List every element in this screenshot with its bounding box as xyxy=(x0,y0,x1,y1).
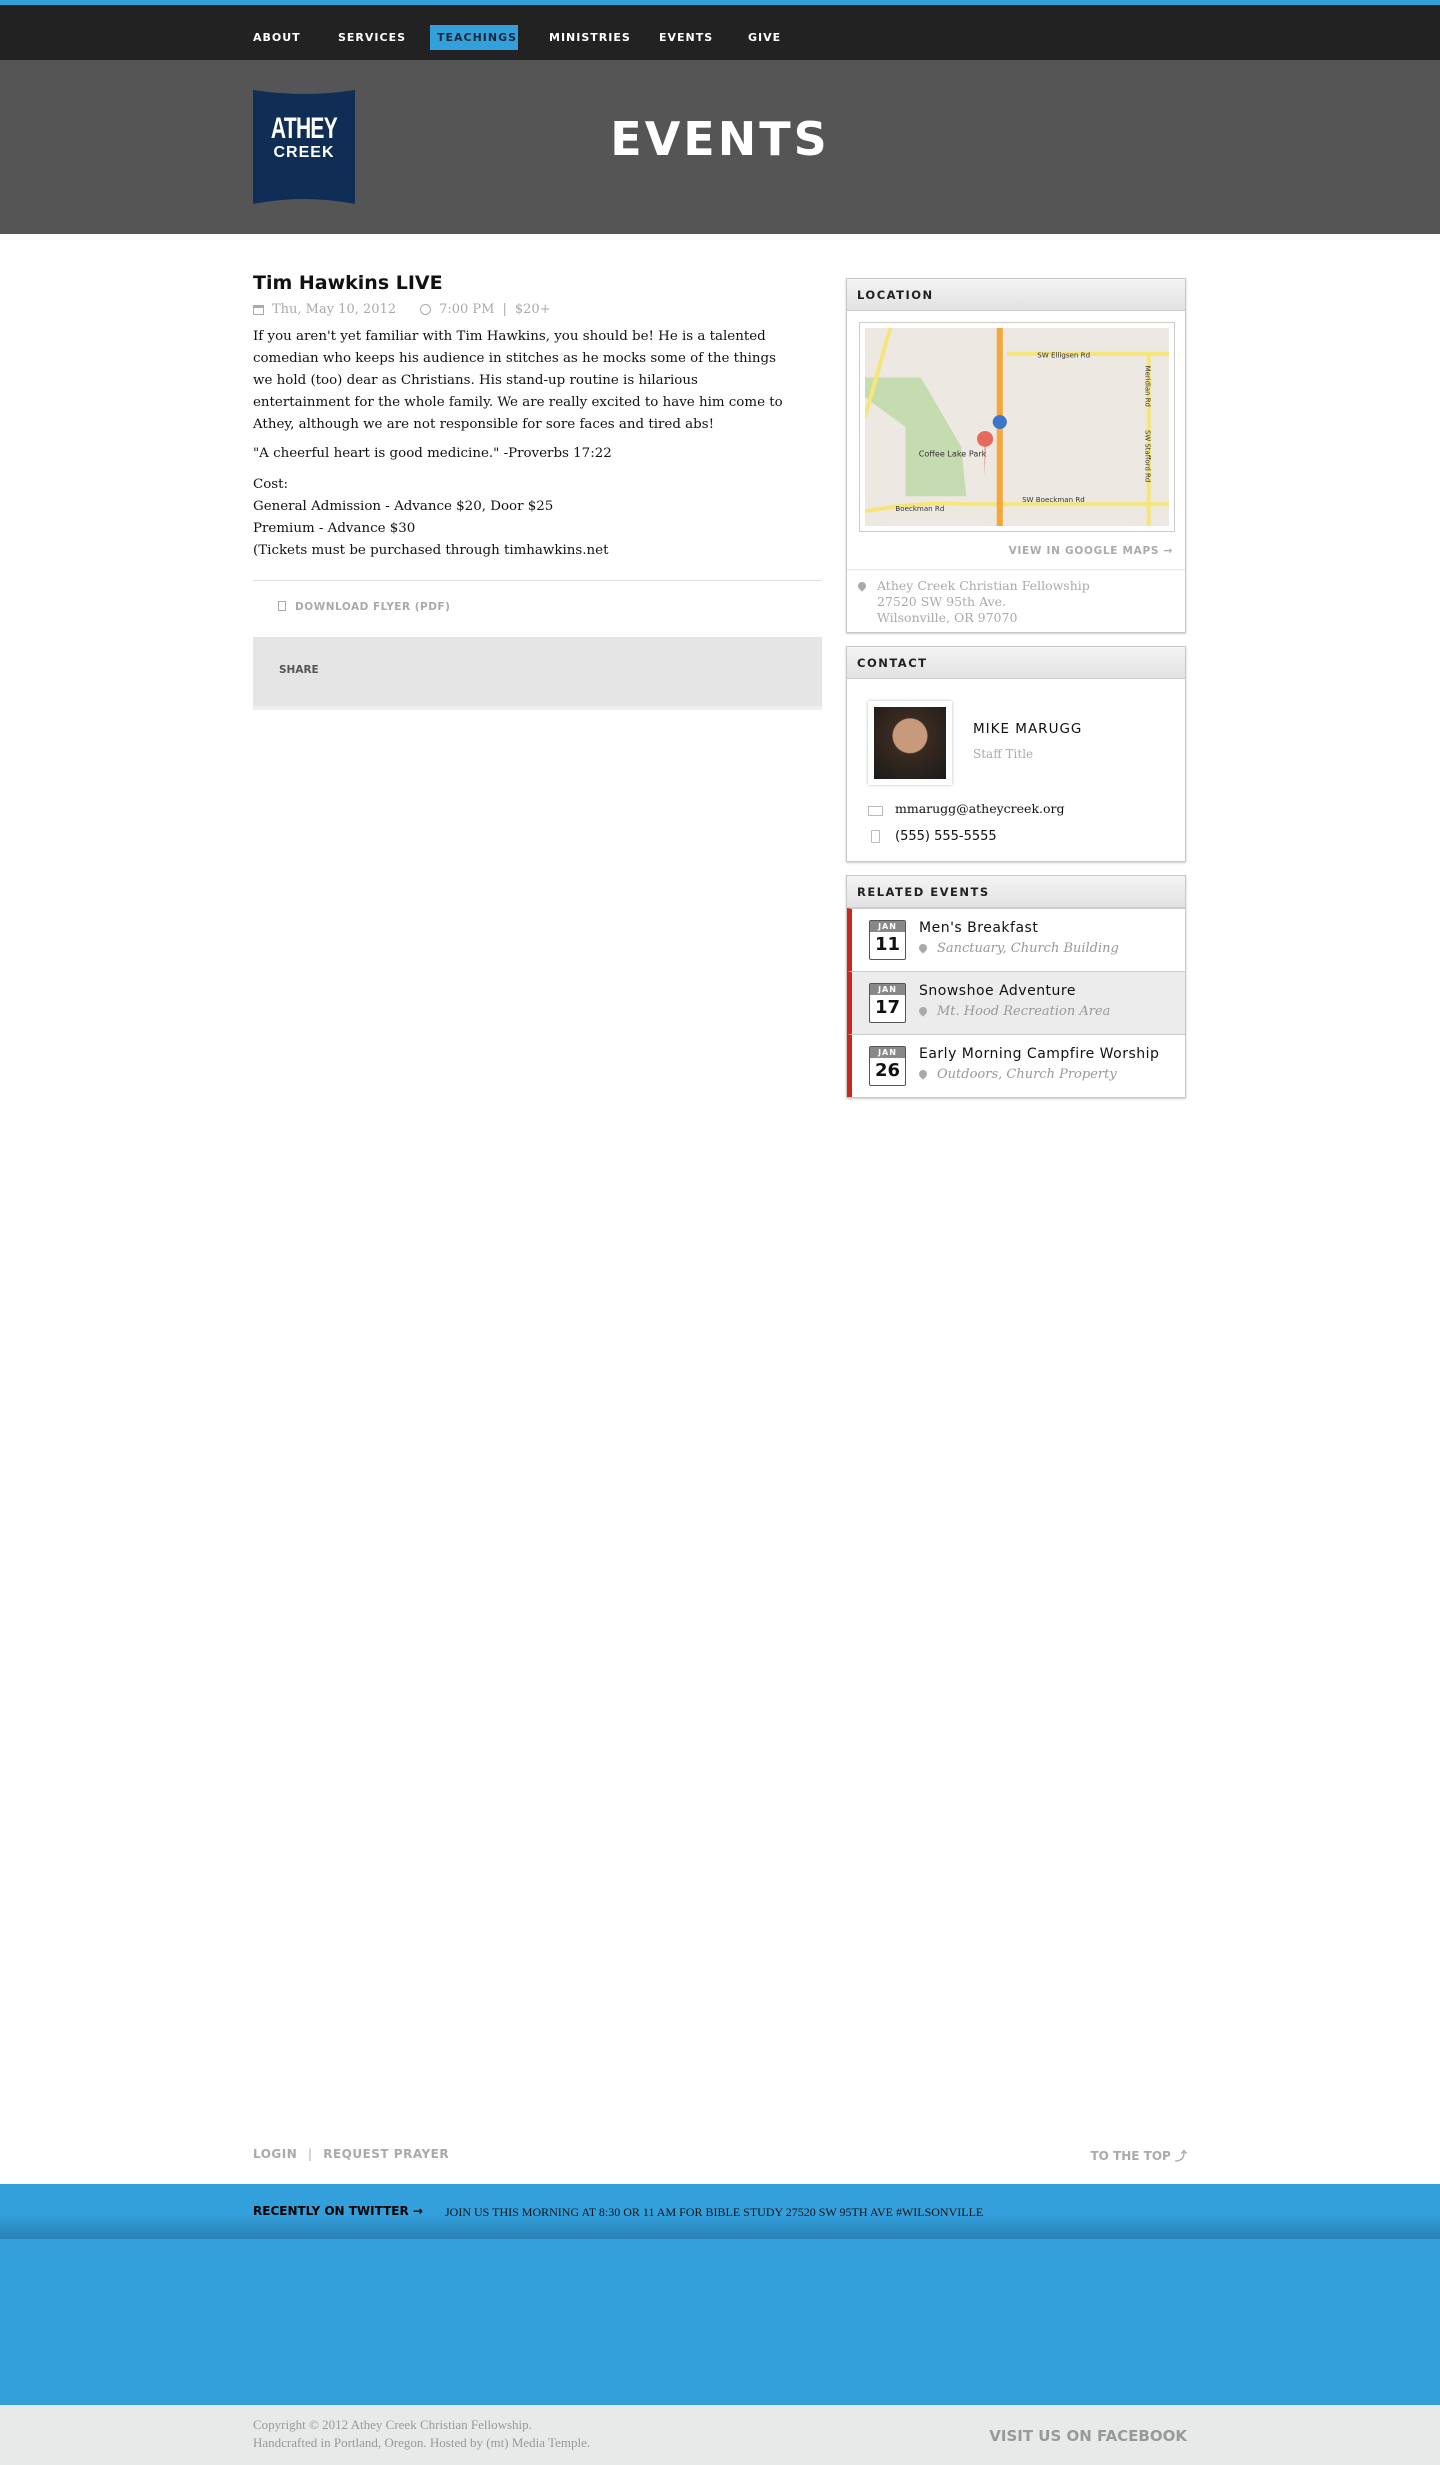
twitter-heading: RECENTLY ON TWITTER → xyxy=(253,2204,423,2218)
address-line: Athey Creek Christian Fellowship xyxy=(877,578,1090,593)
related-event-item[interactable]: JAN 11 Men's Breakfast Sanctuary, Church … xyxy=(847,908,1185,971)
related-event-title[interactable]: Early Morning Campfire Worship xyxy=(919,1046,1159,1062)
calendar-badge: JAN 26 xyxy=(869,1046,906,1086)
location-text: Outdoors, Church Property xyxy=(937,1067,1117,1082)
related-heading: RELATED EVENTS xyxy=(847,876,1185,908)
location-panel: LOCATION Coffee Lake Park SW Elligsen Rd… xyxy=(846,278,1186,633)
contact-panel: CONTACT MIKE MARUGG Staff Title mmarugg@… xyxy=(846,646,1186,862)
bottom-footer xyxy=(0,2405,1440,2465)
related-event-item[interactable]: JAN 17 Snowshoe Adventure Mt. Hood Recrea… xyxy=(847,971,1185,1034)
event-meta: Thu, May 10, 2012 7:00 PM | $20+ xyxy=(253,302,551,317)
contact-heading: CONTACT xyxy=(847,647,1185,679)
location-text: Sanctuary, Church Building xyxy=(937,941,1119,956)
phone-icon xyxy=(871,830,880,843)
month: JAN xyxy=(870,984,905,995)
calendar-badge: JAN 11 xyxy=(869,920,906,960)
view-google-maps-link[interactable]: VIEW IN GOOGLE MAPS → xyxy=(1009,545,1173,557)
cost-line: Premium - Advance $30 xyxy=(253,521,416,536)
download-flyer-link[interactable]: DOWNLOAD FLYER (PDF) xyxy=(278,601,450,613)
map-label: Coffee Lake Park xyxy=(919,450,987,459)
location-heading: LOCATION xyxy=(847,279,1185,311)
event-title: Tim Hawkins LIVE xyxy=(253,272,443,294)
nav-teachings[interactable]: TEACHINGS xyxy=(430,25,518,50)
cost-line: General Admission - Advance $20, Door $2… xyxy=(253,499,554,514)
address: Athey Creek Christian Fellowship 27520 S… xyxy=(847,569,1185,626)
address-line: 27520 SW 95th Ave. xyxy=(877,594,1007,609)
day: 26 xyxy=(874,1060,901,1081)
related-event-location: Mt. Hood Recreation Area xyxy=(917,1004,1111,1019)
contact-title: Staff Title xyxy=(973,747,1034,761)
footer-links: LOGIN | REQUEST PRAYER xyxy=(253,2147,449,2161)
calendar-badge: JAN 17 xyxy=(869,983,906,1023)
event-time: 7:00 PM xyxy=(439,302,495,317)
contact-email[interactable]: mmarugg@atheycreek.org xyxy=(895,801,1065,816)
footer-blue xyxy=(0,2239,1440,2405)
nav-give[interactable]: GIVE xyxy=(741,25,788,50)
related-event-title[interactable]: Snowshoe Adventure xyxy=(919,983,1076,999)
nav-ministries[interactable]: MINISTRIES xyxy=(542,25,638,50)
map[interactable]: Coffee Lake Park SW Elligsen Rd SW Boeck… xyxy=(859,322,1175,532)
divider xyxy=(253,580,822,581)
credits-line: Handcrafted in Portland, Oregon. Hosted … xyxy=(253,2435,591,2450)
tweet-text[interactable]: JOIN US THIS MORNING AT 8:30 OR 11 AM FO… xyxy=(445,2205,983,2220)
location-pin-icon xyxy=(917,1005,929,1017)
logo-text-2: CREEK xyxy=(273,144,335,161)
event-description: If you aren't yet familiar with Tim Hawk… xyxy=(253,329,783,432)
address-line: Wilsonville, OR 97070 xyxy=(877,610,1018,625)
related-event-title[interactable]: Men's Breakfast xyxy=(919,920,1038,936)
share-box: SHARE xyxy=(253,637,822,710)
nav-events[interactable]: EVENTS xyxy=(652,25,720,50)
to-the-top-link[interactable]: TO THE TOP ⤴ xyxy=(1090,2147,1187,2164)
cost-line: (Tickets must be purchased through timha… xyxy=(253,543,609,558)
location-text: Mt. Hood Recreation Area xyxy=(937,1004,1111,1019)
related-event-item[interactable]: JAN 26 Early Morning Campfire Worship Out… xyxy=(847,1034,1185,1097)
day: 17 xyxy=(874,997,901,1018)
map-label-sw-stafford-rd: SW Stafford Rd xyxy=(1144,430,1153,482)
map-label: Boeckman Rd xyxy=(895,504,944,513)
contact-name: MIKE MARUGG xyxy=(973,721,1083,737)
main-nav: ABOUT SERVICES TEACHINGS MINISTRIES EVEN… xyxy=(0,5,1440,60)
nav-about[interactable]: ABOUT xyxy=(246,25,308,50)
map-label: SW Boeckman Rd xyxy=(1022,495,1085,504)
email-icon xyxy=(868,806,883,816)
nav-services[interactable]: SERVICES xyxy=(331,25,413,50)
related-events-panel: RELATED EVENTS JAN 11 Men's Breakfast San… xyxy=(846,875,1186,1098)
month: JAN xyxy=(870,1047,905,1058)
twitter-bar: RECENTLY ON TWITTER → JOIN US THIS MORNI… xyxy=(0,2184,1440,2239)
separator: | xyxy=(307,2147,313,2161)
day: 11 xyxy=(874,934,901,955)
location-pin-icon xyxy=(917,942,929,954)
related-event-location: Outdoors, Church Property xyxy=(917,1067,1117,1082)
logo-text: ATHEY xyxy=(270,112,338,145)
event-date: Thu, May 10, 2012 xyxy=(272,302,397,317)
cost-line: Cost: xyxy=(253,477,289,492)
share-label: SHARE xyxy=(279,664,319,676)
calendar-icon xyxy=(253,304,264,315)
map-label: SW Elligsen Rd xyxy=(1037,351,1090,360)
copyright-line: Copyright © 2012 Athey Creek Christian F… xyxy=(253,2417,532,2432)
location-pin-icon xyxy=(856,580,868,592)
contact-phone: (555) 555-5555 xyxy=(895,829,997,844)
event-cost: Cost: General Admission - Advance $20, D… xyxy=(253,474,793,562)
request-prayer-link[interactable]: REQUEST PRAYER xyxy=(323,2147,449,2161)
separator: | xyxy=(502,302,507,317)
login-link[interactable]: LOGIN xyxy=(253,2147,297,2161)
document-icon xyxy=(278,601,286,611)
copyright: Copyright © 2012 Athey Creek Christian F… xyxy=(253,2416,590,2452)
month: JAN xyxy=(870,921,905,932)
facebook-link[interactable]: VISIT US ON FACEBOOK xyxy=(989,2427,1187,2445)
related-event-location: Sanctuary, Church Building xyxy=(917,941,1119,956)
location-pin-icon xyxy=(917,1068,929,1080)
map-label-meridian-rd: Meridian Rd xyxy=(1144,366,1153,407)
clock-icon xyxy=(420,304,432,315)
logo[interactable]: ATHEY CREEK xyxy=(253,90,355,204)
avatar xyxy=(868,701,952,785)
page-title: EVENTS xyxy=(610,112,830,166)
event-quote: "A cheerful heart is good medicine." -Pr… xyxy=(253,446,612,461)
event-price: $20+ xyxy=(514,302,551,317)
download-label: DOWNLOAD FLYER (PDF) xyxy=(295,601,451,613)
